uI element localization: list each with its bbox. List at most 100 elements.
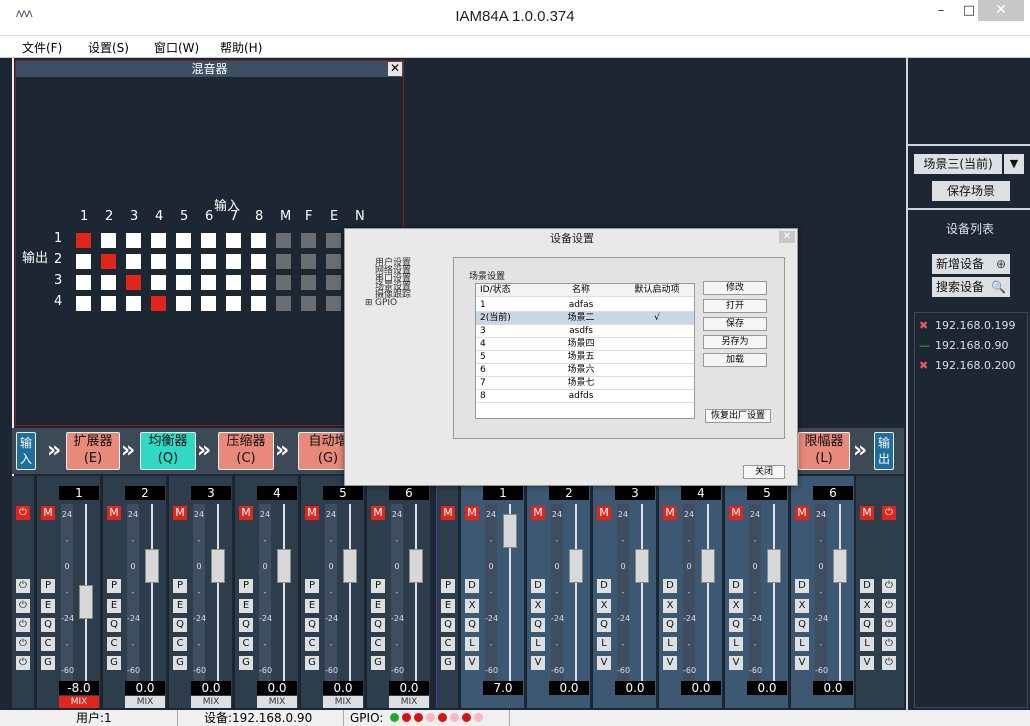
mixer-cell[interactable] (76, 275, 91, 290)
effect-button-x[interactable]: X (597, 599, 611, 613)
table-row[interactable]: 1 adfas (476, 299, 694, 312)
scene-save-button[interactable]: 保存 (703, 317, 767, 331)
menu-window[interactable]: 窗口(W) (154, 39, 199, 56)
mix-button[interactable]: MIX (257, 696, 297, 708)
mixer-cell[interactable] (126, 275, 141, 290)
mixer-cell[interactable] (201, 254, 216, 269)
effect-button-g[interactable]: G (107, 656, 121, 670)
effect-button-l[interactable]: L (663, 637, 677, 651)
effect-button-c[interactable]: C (107, 637, 121, 651)
scene-open-button[interactable]: 打开 (703, 299, 767, 313)
mute-button[interactable]: M (107, 506, 121, 520)
effect-button-p[interactable]: P (305, 579, 319, 593)
effect-button-x[interactable]: X (663, 599, 677, 613)
mute-button[interactable]: M (41, 506, 55, 520)
table-row[interactable]: 7 场景七 (476, 377, 694, 390)
settings-tree-item[interactable]: ⊞ GPIO (365, 299, 397, 308)
mixer-cell[interactable] (226, 296, 241, 311)
mixer-cell[interactable] (126, 296, 141, 311)
mixer-cell[interactable] (176, 233, 191, 248)
mix-button[interactable]: MIX (59, 696, 99, 708)
mixer-close-button[interactable]: ✕ (388, 62, 402, 76)
mixer-cell[interactable] (251, 275, 266, 290)
chain-block-6[interactable]: 输出 (874, 432, 894, 470)
effect-button-q[interactable]: Q (531, 618, 545, 632)
mixer-cell[interactable] (126, 233, 141, 248)
effect-button-v[interactable]: V (663, 656, 677, 670)
effect-button-d[interactable]: D (729, 579, 743, 593)
effect-button-q[interactable]: Q (239, 618, 253, 632)
effect-button-e[interactable]: E (239, 599, 253, 613)
effect-button-v[interactable]: V (795, 656, 809, 670)
table-row[interactable]: 8 adfds (476, 390, 694, 403)
power-icon[interactable]: ⏻ (882, 656, 896, 670)
power-icon[interactable]: ⏻ (882, 637, 896, 651)
add-device-button[interactable]: 新增设备 ⊕ (932, 254, 1010, 274)
mix-button[interactable]: MIX (191, 696, 231, 708)
search-device-button[interactable]: 搜索设备 🔍 (932, 277, 1010, 297)
table-row[interactable]: 2(当前) 场景二 √ (476, 312, 694, 325)
mute-button[interactable]: M (371, 506, 385, 520)
mixer-cell[interactable] (76, 254, 91, 269)
effect-button-p[interactable]: P (107, 579, 121, 593)
effect-button-d[interactable]: D (465, 579, 479, 593)
power-icon[interactable]: ⏻ (16, 506, 30, 520)
mixer-cell[interactable] (101, 254, 116, 269)
mute-button[interactable]: M (305, 506, 319, 520)
table-row[interactable]: 3 asdfs (476, 325, 694, 338)
effect-button-g[interactable]: G (371, 656, 385, 670)
mixer-cell[interactable] (176, 254, 191, 269)
scene-edit-button[interactable]: 修改 (703, 281, 767, 295)
effect-button-e[interactable]: E (441, 599, 455, 613)
power-icon[interactable]: ⏻ (16, 656, 30, 670)
effect-button-e[interactable]: E (305, 599, 319, 613)
mix-button[interactable]: MIX (323, 696, 363, 708)
effect-button-v[interactable]: V (860, 656, 874, 670)
effect-button-x[interactable]: X (860, 599, 874, 613)
chain-block-1[interactable]: 扩展器 (E) (66, 432, 120, 470)
factory-reset-button[interactable]: 恢复出厂设置 (705, 409, 771, 423)
effect-button-l[interactable]: L (795, 637, 809, 651)
mixer-cell[interactable] (126, 254, 141, 269)
mixer-cell[interactable] (101, 296, 116, 311)
fader-knob[interactable] (145, 549, 159, 584)
device-list-item[interactable]: — 192.168.0.90 (919, 339, 1008, 352)
mixer-cell[interactable] (151, 254, 166, 269)
mixer-cell[interactable] (251, 296, 266, 311)
effect-button-e[interactable]: E (371, 599, 385, 613)
fader-knob[interactable] (701, 549, 715, 584)
dialog-close-button[interactable]: 关闭 (743, 465, 785, 479)
effect-button-p[interactable]: P (441, 579, 455, 593)
effect-button-x[interactable]: X (465, 599, 479, 613)
effect-button-l[interactable]: L (465, 637, 479, 651)
effect-button-l[interactable]: L (860, 637, 874, 651)
fader-knob[interactable] (409, 549, 423, 584)
mix-button[interactable]: MIX (389, 696, 429, 708)
mute-button[interactable]: M (860, 506, 874, 520)
effect-button-l[interactable]: L (531, 637, 545, 651)
effect-button-g[interactable]: G (441, 656, 455, 670)
effect-button-q[interactable]: Q (729, 618, 743, 632)
menu-file[interactable]: 文件(F) (22, 39, 62, 56)
mute-button[interactable]: M (663, 506, 677, 520)
effect-button-c[interactable]: C (41, 637, 55, 651)
scene-select[interactable]: 场景三(当前) (914, 154, 1002, 174)
effect-button-l[interactable]: L (597, 637, 611, 651)
fader-knob[interactable] (211, 549, 225, 584)
effect-button-d[interactable]: D (795, 579, 809, 593)
effect-button-d[interactable]: D (597, 579, 611, 593)
mixer-cell[interactable] (101, 233, 116, 248)
effect-button-v[interactable]: V (465, 656, 479, 670)
mixer-cell[interactable] (151, 296, 166, 311)
effect-button-p[interactable]: P (371, 579, 385, 593)
effect-button-l[interactable]: L (729, 637, 743, 651)
effect-button-e[interactable]: E (107, 599, 121, 613)
mixer-cell[interactable] (226, 254, 241, 269)
mute-button[interactable]: M (597, 506, 611, 520)
effect-button-q[interactable]: Q (441, 618, 455, 632)
mixer-cell[interactable] (251, 254, 266, 269)
table-row[interactable]: 5 场景五 (476, 351, 694, 364)
effect-button-x[interactable]: X (795, 599, 809, 613)
mute-button[interactable]: M (465, 506, 479, 520)
fader-knob[interactable] (343, 549, 357, 584)
